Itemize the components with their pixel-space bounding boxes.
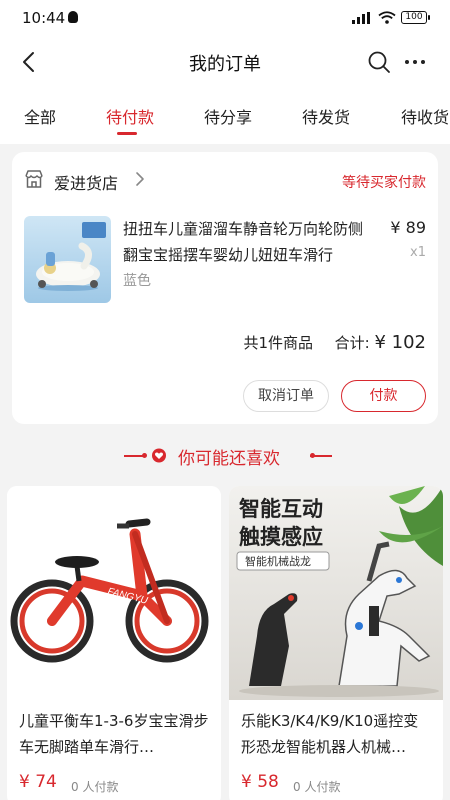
signal-icon [352, 12, 370, 24]
item-count: 共1件商品 [243, 334, 314, 352]
pay-button[interactable]: 付款 [341, 380, 426, 412]
balance-bike-image: FANGYU [7, 486, 221, 700]
recommend-item-sold: 0 人付款 [71, 780, 119, 794]
status-time: 10:44 [22, 9, 66, 27]
product-thumbnail[interactable] [24, 216, 111, 303]
dino-headline-2: 触摸感应 [239, 525, 323, 549]
order-card: 爱进货店 等待买家付款 扭扭车儿童溜溜车静音轮万向轮防侧翻宝宝摇摆车婴幼儿妞妞车… [12, 152, 438, 424]
recommend-item-balance-bike[interactable]: FANGYU 儿童平衡车1-3-6岁宝宝滑步车无脚踏单车滑行… ¥ 74 0 人… [7, 486, 221, 800]
chevron-right-icon[interactable] [134, 171, 146, 187]
order-summary: 共1件商品 合计: ¥ 102 [244, 332, 426, 353]
product-variant: 蓝色 [123, 273, 151, 289]
order-status-tabs: 全部 待付款 待分享 待发货 待收货 [0, 88, 450, 144]
recommend-item-price: ¥ 74 [19, 772, 57, 792]
tab-pending-payment[interactable]: 待付款 [106, 104, 154, 128]
product-quantity: x1 [410, 245, 426, 260]
battery-icon: 100 [401, 11, 430, 24]
total-value: ¥ 102 [374, 332, 426, 353]
more-options-icon[interactable] [402, 49, 428, 75]
cancel-order-button[interactable]: 取消订单 [243, 380, 329, 412]
total-label: 合计: [334, 334, 370, 352]
product-title[interactable]: 扭扭车儿童溜溜车静音轮万向轮防侧翻宝宝摇摆车婴幼儿妞妞车滑行 [123, 216, 373, 268]
tab-all[interactable]: 全部 [24, 104, 56, 128]
store-name[interactable]: 爱进货店 [54, 170, 118, 194]
divider-dot-left [142, 453, 147, 458]
active-tab-indicator [117, 132, 137, 135]
tab-pending-shipment[interactable]: 待发货 [302, 104, 350, 128]
wifi-icon [378, 11, 396, 24]
qq-notification-icon [68, 11, 78, 23]
status-bar: 10:44 100 [0, 0, 450, 36]
robot-dinosaur-image: 智能互动 触摸感应 智能机械战龙 [229, 486, 443, 700]
product-price: ¥ 89 [390, 218, 426, 237]
order-status-label: 等待买家付款 [342, 175, 426, 191]
dino-headline-1: 智能互动 [239, 497, 323, 521]
heart-icon [152, 448, 166, 463]
recommend-item-sold: 0 人付款 [293, 780, 341, 794]
recommend-item-price: ¥ 58 [241, 772, 279, 792]
tab-pending-share[interactable]: 待分享 [204, 104, 252, 128]
recommend-heading: 你可能还喜欢 [0, 443, 450, 469]
recommend-heading-text: 你可能还喜欢 [178, 449, 280, 469]
dino-tag: 智能机械战龙 [245, 554, 311, 568]
recommend-item-title: 乐能K3/K4/K9/K10遥控变形恐龙智能机器人机械… [241, 712, 419, 756]
store-icon [25, 170, 43, 188]
nav-bar: 我的订单 [0, 36, 450, 88]
recommend-item-title: 儿童平衡车1-3-6岁宝宝滑步车无脚踏单车滑行… [19, 712, 209, 756]
divider-right [310, 455, 332, 457]
search-icon[interactable] [366, 49, 392, 75]
tab-pending-receipt[interactable]: 待收货 [401, 104, 449, 128]
swing-car-image [24, 216, 111, 303]
recommend-item-robot-dinosaur[interactable]: 智能互动 触摸感应 智能机械战龙 乐能K3/K4/K9/K10遥控变形恐龙智能机… [229, 486, 443, 800]
